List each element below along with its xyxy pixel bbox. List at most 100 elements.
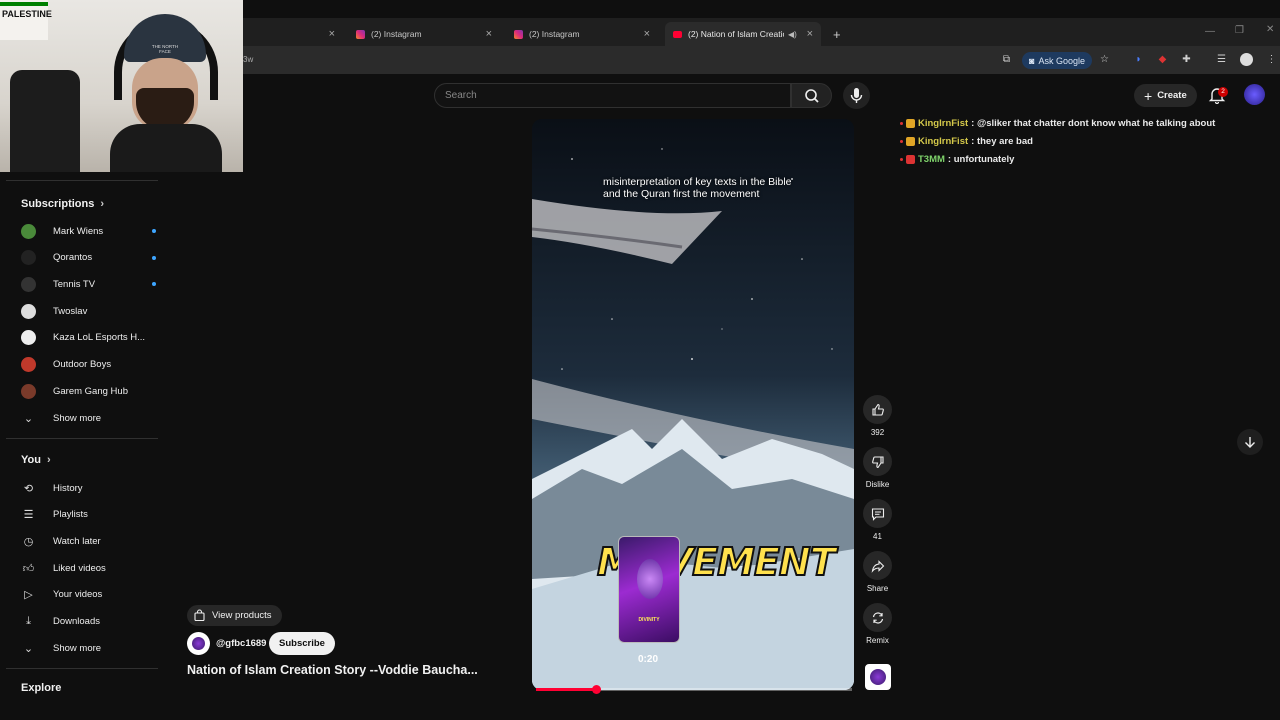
chair — [10, 70, 80, 172]
you-header[interactable]: You › — [0, 454, 51, 466]
sidebar-subscription-item[interactable]: Mark Wiens — [21, 221, 156, 241]
video-title[interactable]: Nation of Islam Creation Story --Voddie … — [187, 663, 478, 677]
sidebar-subscription-item[interactable]: Outdoor Boys — [21, 355, 146, 375]
new-tab-button[interactable]: + — [825, 22, 845, 46]
extension-icon-1[interactable]: ◗ — [1133, 54, 1144, 65]
sidebar-item-playlists[interactable]: ☰ Playlists — [21, 505, 146, 525]
tab-title: (2) Instagram — [371, 29, 422, 39]
close-icon[interactable]: × — [329, 28, 335, 40]
dislike-action[interactable]: Dislike — [863, 447, 892, 489]
avatar[interactable] — [1244, 84, 1265, 105]
close-icon[interactable]: × — [486, 28, 492, 40]
like-button[interactable] — [863, 395, 892, 424]
progress-scrubber[interactable] — [592, 685, 602, 694]
extensions-puzzle-icon[interactable]: ✚ — [1181, 54, 1192, 65]
share-action[interactable]: Share — [863, 551, 892, 593]
channel-avatar-icon — [21, 250, 36, 266]
chevron-down-icon: ⌄ — [23, 412, 34, 425]
close-window-icon[interactable]: ✕ — [1266, 24, 1274, 35]
sidebar-item-watch-later[interactable]: ◷ Watch later — [21, 531, 146, 551]
create-button[interactable]: + Create — [1134, 84, 1197, 107]
browser-tab-partial[interactable]: × — [243, 22, 343, 46]
sidebar-subscription-item[interactable]: Qorantos — [21, 248, 156, 268]
view-products-button[interactable]: View products — [187, 605, 282, 626]
reading-list-icon[interactable]: ☰ — [1216, 54, 1227, 65]
comments-button[interactable] — [863, 499, 892, 528]
chevron-right-icon: › — [46, 454, 51, 466]
thumbnail-label: DIVINITY — [638, 617, 660, 623]
sidebar-subscription-item[interactable]: Twoslav — [21, 301, 146, 321]
remix-label: Remix — [866, 636, 889, 645]
thumbs-down-icon — [871, 455, 884, 468]
dislike-button[interactable] — [863, 447, 892, 476]
flag-stripe — [0, 2, 48, 6]
channel-name[interactable]: @gfbc1689 — [216, 638, 266, 649]
speaker-icon[interactable]: ◀) — [788, 30, 797, 39]
channel-avatar-icon — [21, 276, 36, 292]
channel-avatar[interactable] — [187, 632, 210, 655]
beanie-logo-text: THE NORTH FACE — [151, 44, 179, 54]
search-placeholder: Search — [445, 90, 477, 101]
minimize-icon[interactable]: — — [1205, 26, 1215, 37]
show-more-label: Show more — [53, 412, 102, 424]
ask-google-button[interactable]: ◙ Ask Google — [1022, 52, 1092, 69]
sidebar-item-label: Playlists — [53, 509, 88, 521]
channel-avatar-icon — [21, 223, 36, 239]
restore-icon[interactable]: ❐ — [1235, 25, 1244, 36]
url-text[interactable]: 3w — [243, 55, 253, 64]
comment-count: 41 — [873, 532, 882, 541]
browser-tab-instagram-1[interactable]: (2) Instagram × — [348, 22, 500, 46]
remix-action[interactable]: Remix — [863, 603, 892, 645]
browser-tab-instagram-2[interactable]: (2) Instagram × — [506, 22, 658, 46]
sidebar-item-liked-videos[interactable]: 👍︎ Liked videos — [21, 558, 146, 578]
remix-button[interactable] — [863, 603, 892, 632]
install-app-icon[interactable]: ⧉ — [1001, 54, 1012, 65]
sound-source-thumbnail[interactable] — [865, 664, 891, 690]
subscribe-button[interactable]: Subscribe — [269, 632, 335, 655]
voice-search-button[interactable] — [843, 82, 870, 109]
sidebar-subscription-item[interactable]: Kaza LoL Esports H... — [21, 328, 146, 348]
progress-fill — [536, 688, 597, 691]
bookmark-star-icon[interactable]: ☆ — [1099, 54, 1110, 65]
chat-dot-icon — [900, 121, 903, 125]
share-label: Share — [866, 584, 889, 593]
search-input[interactable]: Search — [434, 83, 791, 108]
chat-text: : unfortunately — [947, 153, 1015, 165]
browser-tab-youtube[interactable]: (2) Nation of Islam Creation ◀) × — [665, 22, 821, 46]
extension-icon-2[interactable]: ◆ — [1157, 54, 1168, 65]
close-icon[interactable]: × — [644, 28, 650, 40]
comments-action[interactable]: 41 — [863, 499, 892, 541]
explore-title: Explore — [21, 682, 62, 694]
google-lens-icon: ◙ — [1029, 55, 1035, 66]
chat-text: : @sliker that chatter dont know what he… — [971, 117, 1216, 129]
channel-avatar-icon — [21, 383, 36, 399]
browser-profile-icon[interactable] — [1240, 53, 1253, 66]
video-thumbnail-popup[interactable]: DIVINITY — [618, 536, 680, 643]
show-more-label: Show more — [53, 642, 102, 654]
sidebar-subscription-item[interactable]: Garem Gang Hub — [21, 381, 146, 401]
chat-dot-icon — [900, 157, 903, 161]
thumbnail-figure — [637, 559, 663, 599]
sidebar-item-label: History — [53, 482, 83, 494]
search-button[interactable] — [791, 83, 832, 108]
progress-bar[interactable] — [536, 685, 852, 694]
sidebar-subscription-item[interactable]: Tennis TV — [21, 274, 156, 294]
browser-menu-icon[interactable]: ⋮ — [1266, 54, 1277, 65]
show-more-you[interactable]: ⌄ Show more — [21, 638, 146, 658]
share-button[interactable] — [863, 551, 892, 580]
playback-time: 0:20 — [638, 654, 659, 665]
shorts-video-player[interactable] — [532, 119, 854, 690]
like-action[interactable]: 392 — [863, 395, 892, 437]
subscriptions-header[interactable]: Subscriptions › — [0, 198, 104, 210]
sidebar-item-history[interactable]: ⟲ History — [21, 478, 146, 498]
sidebar-item-downloads[interactable]: ⤓ Downloads — [21, 612, 146, 632]
close-icon[interactable]: × — [807, 28, 813, 40]
video-caption: misinterpretation of key texts in the Bi… — [603, 176, 792, 200]
next-video-button[interactable] — [1237, 429, 1263, 455]
subscription-label: Garem Gang Hub — [53, 385, 128, 397]
channel-avatar-icon — [21, 357, 36, 372]
sidebar-item-your-videos[interactable]: ▷ Your videos — [21, 585, 146, 605]
explore-header[interactable]: Explore — [0, 682, 61, 694]
show-more-subscriptions[interactable]: ⌄ Show more — [21, 408, 146, 428]
tab-title: (2) Instagram — [529, 29, 580, 39]
